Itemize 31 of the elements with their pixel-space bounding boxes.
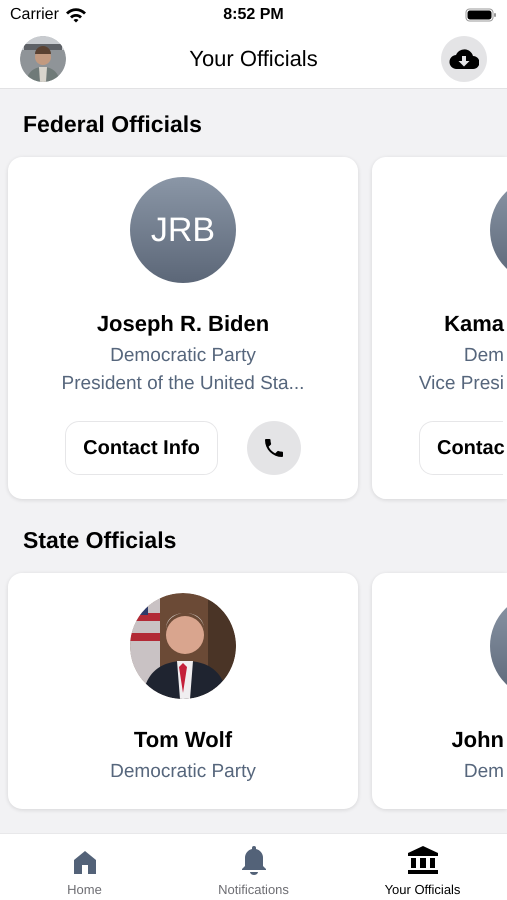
tab-item[interactable]: Your Officials: [338, 834, 507, 900]
wifi-icon: [64, 7, 87, 23]
courthouse-icon: [406, 844, 438, 876]
official-name: John: [451, 727, 504, 753]
download-button[interactable]: [441, 36, 487, 82]
official-name: Tom Wolf: [134, 727, 232, 753]
battery-icon: [465, 7, 497, 23]
official-name: Kama: [444, 311, 504, 337]
official-card[interactable]: Kama Dem Vice Presi Contac: [372, 157, 507, 499]
office-text: Vice Presi: [418, 372, 504, 396]
initials-avatar: JRB: [130, 177, 236, 283]
official-card[interactable]: Tom Wolf Democratic Party: [8, 573, 358, 809]
party-text: Democratic Party: [110, 760, 256, 784]
section-title: Federal Officials: [23, 111, 203, 137]
official-card[interactable]: JRB Joseph R. Biden Democratic Party President of the United Sta... Contact Info: [8, 157, 358, 499]
cloud-download-icon: [449, 48, 479, 70]
contact-info-button[interactable]: Contact Info: [65, 421, 218, 475]
party-text: Dem: [464, 760, 504, 784]
status-time: 8:52 PM: [223, 6, 284, 24]
bell-icon: [240, 844, 268, 876]
contact-info-button[interactable]: Contac: [419, 421, 503, 475]
party-text: Dem: [464, 344, 504, 368]
official-card[interactable]: John Dem: [372, 573, 507, 809]
tab-item[interactable]: Home: [0, 834, 169, 900]
party-text: Democratic Party: [110, 344, 256, 368]
official-name: Joseph R. Biden: [96, 311, 270, 337]
tab-item[interactable]: Notifications: [169, 834, 338, 900]
carrier-name: Carrier: [10, 6, 59, 24]
office-text: President of the United Sta...: [62, 372, 304, 396]
section-title: State Officials: [23, 527, 178, 553]
screen-title: Your Officials: [189, 46, 318, 72]
